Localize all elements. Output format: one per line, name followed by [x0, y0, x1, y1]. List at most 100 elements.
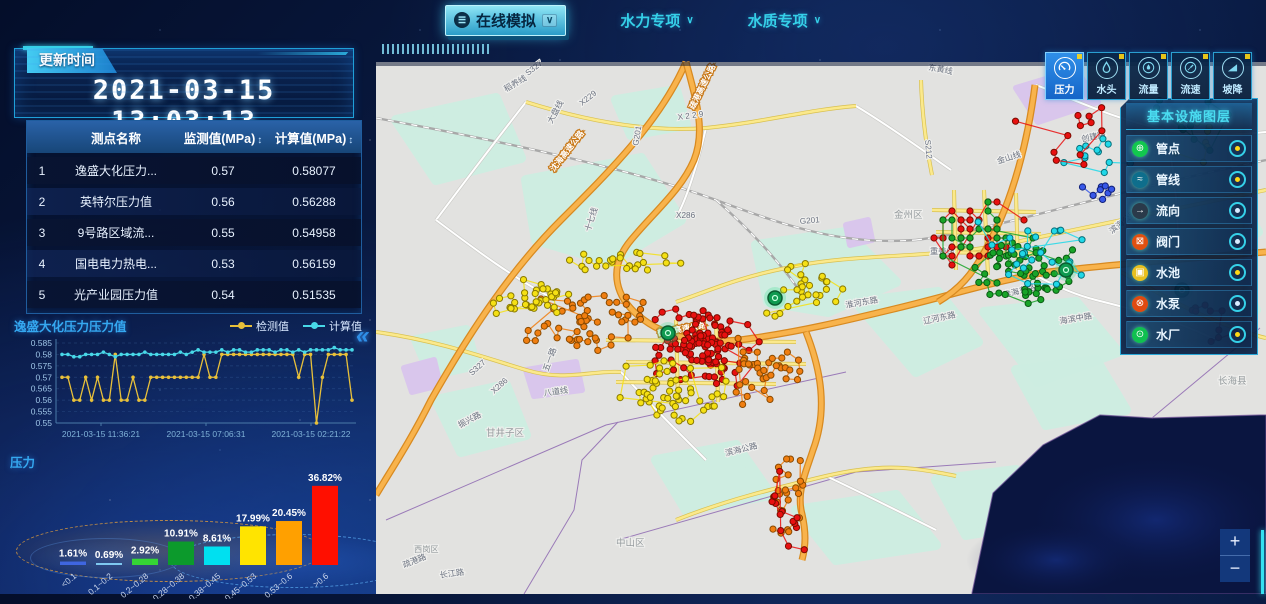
measure-table-panel: 测点名称 监测值(MPa)↕ 计算值(MPa)↕ 1逸盛大化压力...0.570… — [26, 120, 362, 314]
table-row[interactable]: 39号路区域流...0.550.54958 — [27, 219, 361, 246]
row-index: 3 — [27, 226, 57, 240]
map-label: 长海县 — [1218, 375, 1247, 387]
ruler-decoration — [382, 44, 490, 54]
pressure-distribution-bar-chart: 1.61%<0.10.69%0.1~0.22.92%0.2~0.2810.91%… — [10, 471, 366, 599]
row-calc-value: 0.51535 — [271, 288, 357, 302]
row-monitor-value: 0.54 — [175, 288, 271, 302]
layer-icon: ≈ — [1132, 172, 1148, 188]
panel-collapse-button[interactable]: « — [356, 322, 367, 350]
chevron-down-icon: ∨ — [814, 15, 821, 26]
pressure-line-chart: 0.550.5550.560.5650.570.5750.580.5852021… — [10, 335, 366, 453]
svg-text:0.28~0.38: 0.28~0.38 — [151, 571, 187, 599]
nav-tab-2[interactable]: 水力专项∨ — [620, 10, 693, 31]
map-label: G201 — [799, 215, 820, 226]
row-monitor-value: 0.53 — [175, 257, 271, 271]
zoom-in-button[interactable]: + — [1220, 529, 1250, 556]
layer-item-水厂[interactable]: ⊙水厂 — [1126, 321, 1252, 348]
layer-visibility-toggle[interactable] — [1229, 233, 1246, 250]
map-label: 中山区 — [616, 537, 645, 549]
map-tool-水头[interactable]: 水头 — [1087, 52, 1126, 100]
table-row[interactable]: 4国电电力热电...0.530.56159 — [27, 250, 361, 277]
svg-text:0.69%: 0.69% — [95, 550, 123, 561]
water-plant-marker[interactable] — [764, 287, 786, 309]
water-plant-marker[interactable] — [657, 322, 679, 344]
table-body: 1逸盛大化压力...0.570.58077 2英特尔压力值0.560.56288 3… — [27, 157, 361, 308]
map-label: 甘井子区 — [486, 427, 525, 439]
layer-item-管点[interactable]: ⊕管点 — [1126, 135, 1252, 162]
layer-icon: ▣ — [1132, 265, 1148, 281]
layer-item-流向[interactable]: →流向 — [1126, 197, 1252, 224]
layer-label: 水厂 — [1156, 326, 1229, 343]
row-index: 1 — [27, 164, 57, 178]
line-chart-panel: 逸盛大化压力压力值 检测值 计算值 0.550.5550.560.5650.57… — [10, 316, 366, 452]
layer-item-管线[interactable]: ≈管线 — [1126, 166, 1252, 193]
map-tool-label: 流量 — [1139, 81, 1159, 96]
map-label: X286 — [676, 211, 696, 220]
layer-visibility-toggle[interactable] — [1229, 295, 1246, 312]
line-chart-title: 逸盛大化压力压力值 — [14, 316, 127, 335]
layer-label: 阀门 — [1156, 233, 1229, 250]
map-tool-压力[interactable]: 压力 — [1045, 52, 1084, 100]
row-calc-value: 0.58077 — [271, 164, 357, 178]
svg-text:8.61%: 8.61% — [203, 533, 231, 544]
sort-icon[interactable]: ↕ — [348, 135, 353, 146]
row-monitor-value: 0.57 — [175, 164, 271, 178]
layer-visibility-toggle[interactable] — [1229, 171, 1246, 188]
bar-chart-panel: 压力 1.61%<0.10.69%0.1~0.22.92%0.2~0.2810.… — [10, 452, 366, 594]
layer-visibility-toggle[interactable] — [1229, 264, 1246, 281]
drop-icon — [1096, 57, 1118, 79]
layer-visibility-toggle[interactable] — [1229, 326, 1246, 343]
line-chart-legend: 检测值 计算值 — [230, 318, 362, 334]
table-header-monitor[interactable]: 监测值(MPa)↕ — [175, 128, 271, 147]
svg-text:0.555: 0.555 — [31, 407, 53, 417]
table-row[interactable]: 2英特尔压力值0.560.56288 — [27, 188, 361, 215]
map-toolbar: 压力水头 流量 流速 坡降 — [1045, 52, 1252, 100]
row-calc-value: 0.56288 — [271, 195, 357, 209]
map-tool-流量[interactable]: 流量 — [1129, 52, 1168, 100]
svg-text:0.55: 0.55 — [35, 418, 52, 428]
gauge-icon — [1054, 57, 1076, 79]
layer-visibility-toggle[interactable] — [1229, 202, 1246, 219]
map-tool-坡降[interactable]: 坡降 — [1213, 52, 1252, 100]
layer-panel-title: 基本设施图层 — [1126, 103, 1252, 130]
legend-item-calc[interactable]: 计算值 — [303, 318, 362, 334]
legend-item-detect[interactable]: 检测值 — [230, 318, 289, 334]
row-index: 4 — [27, 257, 57, 271]
table-row[interactable]: 5光产业园压力值0.540.51535 — [27, 281, 361, 308]
top-nav: ☰在线模拟∨ 水力专项∨ 水质专项∨ — [0, 0, 1266, 40]
sort-icon[interactable]: ↕ — [257, 135, 262, 146]
svg-text:0.1~0.2: 0.1~0.2 — [86, 571, 115, 597]
layer-item-阀门[interactable]: ⊠ 阀门 — [1126, 228, 1252, 255]
svg-text:0.565: 0.565 — [31, 384, 53, 394]
row-index: 5 — [27, 288, 57, 302]
svg-text:10.91%: 10.91% — [164, 529, 198, 540]
table-header-calc[interactable]: 计算值(MPa)↕ — [271, 128, 357, 147]
water-plant-marker[interactable] — [1055, 259, 1077, 281]
row-monitor-value: 0.56 — [175, 195, 271, 209]
row-point-name: 国电电力热电... — [57, 255, 175, 272]
layer-item-水泵[interactable]: ⊗水泵 — [1126, 290, 1252, 317]
layer-icon: ⊠ — [1132, 234, 1148, 250]
layer-visibility-toggle[interactable] — [1229, 140, 1246, 157]
layer-label: 流向 — [1156, 202, 1229, 219]
layer-item-水池[interactable]: ▣水池 — [1126, 259, 1252, 286]
map-container[interactable]: S327稻养线X229大盘线十七线G201X 2 2 9X286沈海高速公路疏港… — [376, 40, 1266, 594]
chevron-down-icon: ∨ — [686, 15, 693, 26]
map-zoom-control: + − — [1220, 529, 1250, 582]
map-tool-label: 流速 — [1181, 81, 1201, 96]
legend-swatch — [230, 325, 252, 327]
svg-text:0.38~0.45: 0.38~0.45 — [187, 571, 223, 599]
svg-text:0.58: 0.58 — [35, 349, 52, 359]
slope-icon — [1222, 57, 1244, 79]
row-point-name: 英特尔压力值 — [57, 193, 175, 210]
layer-label: 水泵 — [1156, 295, 1229, 312]
map-tool-label: 水头 — [1097, 81, 1117, 96]
map-label: S212 — [923, 139, 934, 159]
nav-tab-1[interactable]: ☰在线模拟∨ — [445, 5, 566, 36]
map-tool-流速[interactable]: 流速 — [1171, 52, 1210, 100]
table-row[interactable]: 1逸盛大化压力...0.570.58077 — [27, 157, 361, 184]
map-tool-label: 坡降 — [1223, 81, 1243, 96]
nav-tab-3[interactable]: 水质专项∨ — [748, 10, 821, 31]
nav-tab-label: 在线模拟 — [476, 10, 536, 31]
zoom-out-button[interactable]: − — [1220, 556, 1250, 582]
